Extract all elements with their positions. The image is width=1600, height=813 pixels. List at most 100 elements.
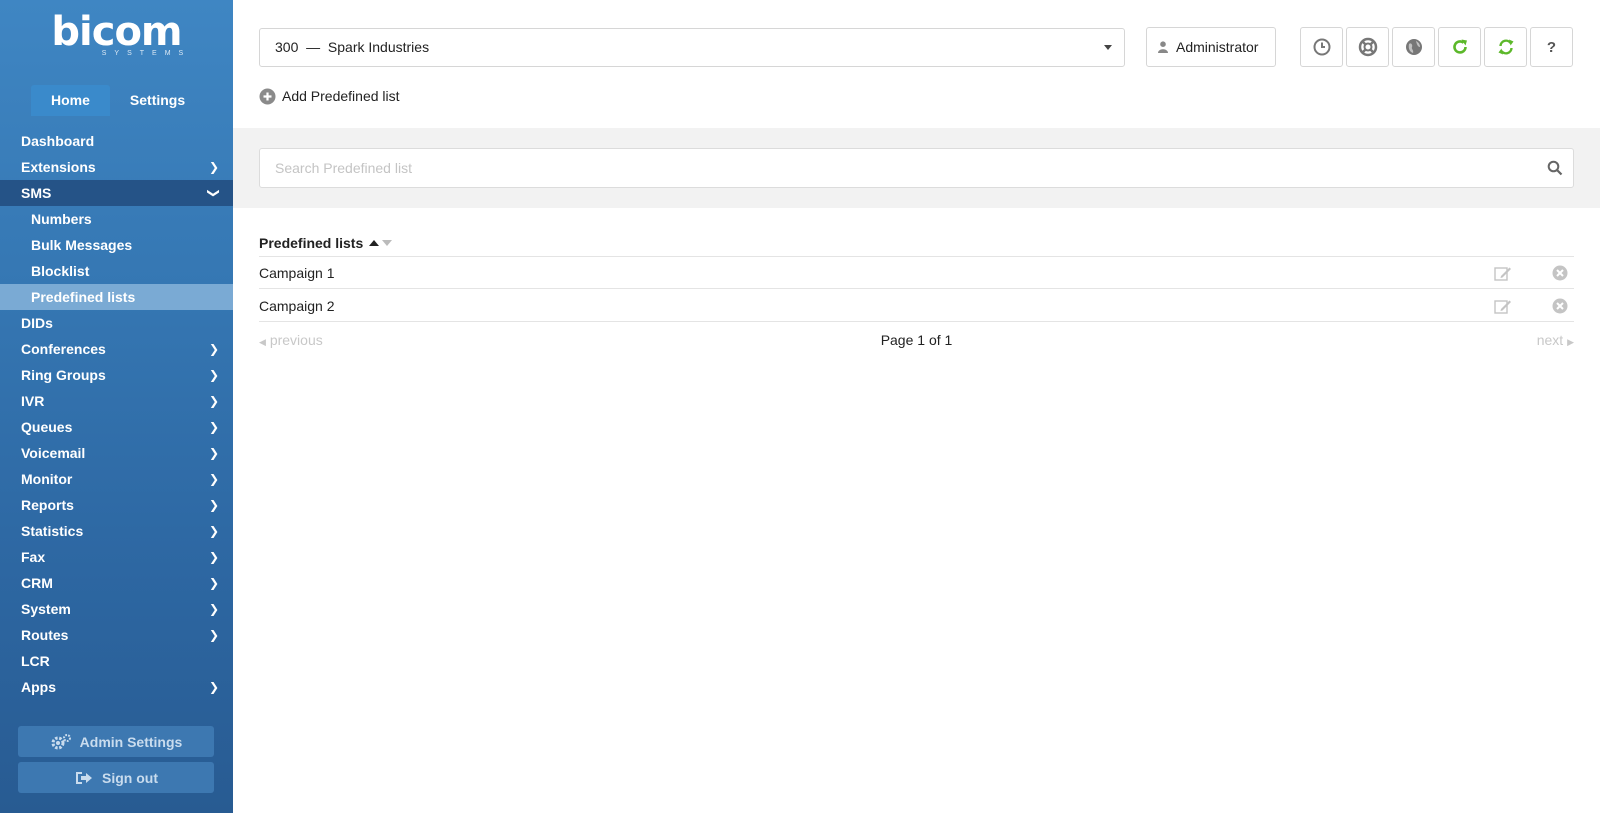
sort-icon[interactable] — [369, 240, 393, 246]
search-input[interactable] — [260, 149, 1530, 187]
reload-icon — [1452, 39, 1467, 54]
sign-out-button[interactable]: Sign out — [18, 762, 214, 793]
search-icon[interactable] — [1547, 160, 1563, 176]
sidebar-item-label: Bulk Messages — [31, 237, 133, 253]
sidebar-item-queues[interactable]: Queues ❯ — [0, 414, 233, 440]
chevron-right-icon: ❯ — [208, 602, 219, 616]
sidebar-item-label: CRM — [21, 575, 53, 591]
sidebar-item-routes[interactable]: Routes ❯ — [0, 622, 233, 648]
sidebar-item-lcr[interactable]: LCR — [0, 648, 233, 674]
lifebuoy-icon — [1358, 37, 1377, 57]
search-box — [259, 148, 1574, 188]
chevron-right-icon: ❯ — [208, 368, 219, 382]
sidebar-item-ring-groups[interactable]: Ring Groups ❯ — [0, 362, 233, 388]
next-label: next — [1536, 332, 1564, 348]
gears-icon — [51, 733, 71, 749]
sidebar-item-bulk-messages[interactable]: Bulk Messages — [0, 232, 233, 258]
tab-settings[interactable]: Settings — [110, 85, 205, 116]
admin-settings-label: Admin Settings — [79, 733, 183, 750]
tenant-select[interactable]: 300 — Spark Industries — [259, 28, 1125, 67]
sync-button[interactable] — [1484, 27, 1527, 67]
sidebar-item-dashboard[interactable]: Dashboard — [0, 128, 233, 154]
chevron-right-icon: ❯ — [208, 680, 219, 694]
sidebar-item-label: Statistics — [21, 523, 84, 539]
chevron-right-icon: ❯ — [208, 472, 219, 486]
sidebar-menu: Dashboard Extensions ❯ SMS ❯ Numbers Bulk … — [0, 128, 233, 700]
user-menu-button[interactable]: Administrator — [1146, 27, 1276, 67]
sidebar-item-ivr[interactable]: IVR ❯ — [0, 388, 233, 414]
sidebar-item-label: Dashboard — [21, 133, 95, 149]
sidebar-item-numbers[interactable]: Numbers — [0, 206, 233, 232]
chevron-right-icon: ❯ — [208, 550, 219, 564]
add-predefined-list-button[interactable]: Add Predefined list — [259, 86, 400, 106]
table-row[interactable]: Campaign 1 — [259, 257, 1574, 289]
sidebar-item-label: Predefined lists — [31, 289, 136, 305]
page-info: Page 1 of 1 — [880, 332, 953, 348]
edit-icon[interactable] — [1494, 266, 1512, 281]
sidebar-item-system[interactable]: System ❯ — [0, 596, 233, 622]
sidebar: bicom SYSTEMS Home Settings Dashboard Ex… — [0, 0, 233, 813]
sidebar-item-fax[interactable]: Fax ❯ — [0, 544, 233, 570]
sidebar-item-conferences[interactable]: Conferences ❯ — [0, 336, 233, 362]
table-row[interactable]: Campaign 2 — [259, 290, 1574, 322]
sidebar-item-voicemail[interactable]: Voicemail ❯ — [0, 440, 233, 466]
globe-icon — [1405, 39, 1422, 55]
support-button[interactable] — [1346, 27, 1389, 67]
sidebar-item-extensions[interactable]: Extensions ❯ — [0, 154, 233, 180]
sidebar-item-apps[interactable]: Apps ❯ — [0, 674, 233, 700]
sidebar-item-blocklist[interactable]: Blocklist — [0, 258, 233, 284]
sidebar-item-label: LCR — [21, 653, 50, 669]
row-name: Campaign 1 — [259, 265, 335, 281]
sync-icon — [1498, 39, 1513, 55]
logo-word: bicom — [51, 9, 182, 55]
pagination: Page 1 of 1 ◀ previous next ▶ — [259, 332, 1574, 352]
sidebar-item-label: SMS — [21, 185, 52, 201]
chevron-right-icon: ❯ — [208, 576, 219, 590]
tenant-select-value: 300 — Spark Industries — [275, 39, 430, 55]
sidebar-item-predefined-lists[interactable]: Predefined lists — [0, 284, 233, 310]
tab-home[interactable]: Home — [31, 85, 110, 116]
sidebar-tabs: Home Settings — [31, 85, 205, 116]
sidebar-item-label: Numbers — [31, 211, 92, 227]
caret-down-icon — [1104, 45, 1112, 50]
previous-label: previous — [269, 332, 323, 348]
chevron-right-icon: ❯ — [208, 628, 219, 642]
chevron-right-icon: ❯ — [208, 394, 219, 408]
help-button[interactable]: ? — [1530, 27, 1573, 67]
sidebar-item-label: Queues — [21, 419, 73, 435]
sidebar-item-label: Blocklist — [31, 263, 90, 279]
next-page-link[interactable]: next ▶ — [1537, 332, 1574, 348]
row-name: Campaign 2 — [259, 298, 335, 314]
sidebar-item-label: Fax — [21, 549, 46, 565]
sidebar-item-statistics[interactable]: Statistics ❯ — [0, 518, 233, 544]
delete-icon[interactable] — [1552, 265, 1568, 281]
logo: bicom SYSTEMS — [0, 12, 233, 57]
sidebar-item-monitor[interactable]: Monitor ❯ — [0, 466, 233, 492]
admin-settings-button[interactable]: Admin Settings — [18, 726, 214, 757]
language-button[interactable] — [1392, 27, 1435, 67]
chevron-right-icon: ❯ — [208, 342, 219, 356]
column-header-predefined-lists[interactable]: Predefined lists — [259, 230, 1574, 257]
sidebar-item-crm[interactable]: CRM ❯ — [0, 570, 233, 596]
sidebar-item-dids[interactable]: DIDs — [0, 310, 233, 336]
help-icon: ? — [1546, 38, 1557, 56]
previous-page-link[interactable]: ◀ previous — [259, 332, 323, 348]
chevron-right-icon: ❯ — [208, 446, 219, 460]
sidebar-item-label: Routes — [21, 627, 69, 643]
sidebar-item-label: Reports — [21, 497, 74, 513]
user-icon — [1158, 41, 1168, 53]
sidebar-item-sms[interactable]: SMS ❯ — [0, 180, 233, 206]
chevron-right-icon: ❯ — [208, 498, 219, 512]
logo-subtitle: SYSTEMS — [101, 50, 192, 57]
reload-button[interactable] — [1438, 27, 1481, 67]
clock-icon — [1313, 38, 1330, 56]
sidebar-item-reports[interactable]: Reports ❯ — [0, 492, 233, 518]
sidebar-item-label: Apps — [21, 679, 56, 695]
edit-icon[interactable] — [1494, 299, 1512, 314]
sign-out-label: Sign out — [102, 769, 158, 786]
history-button[interactable] — [1300, 27, 1343, 67]
delete-icon[interactable] — [1552, 298, 1568, 314]
sort-ascending-icon — [369, 240, 380, 246]
sidebar-item-label: IVR — [21, 393, 45, 409]
caret-left-icon: ◀ — [259, 337, 266, 347]
